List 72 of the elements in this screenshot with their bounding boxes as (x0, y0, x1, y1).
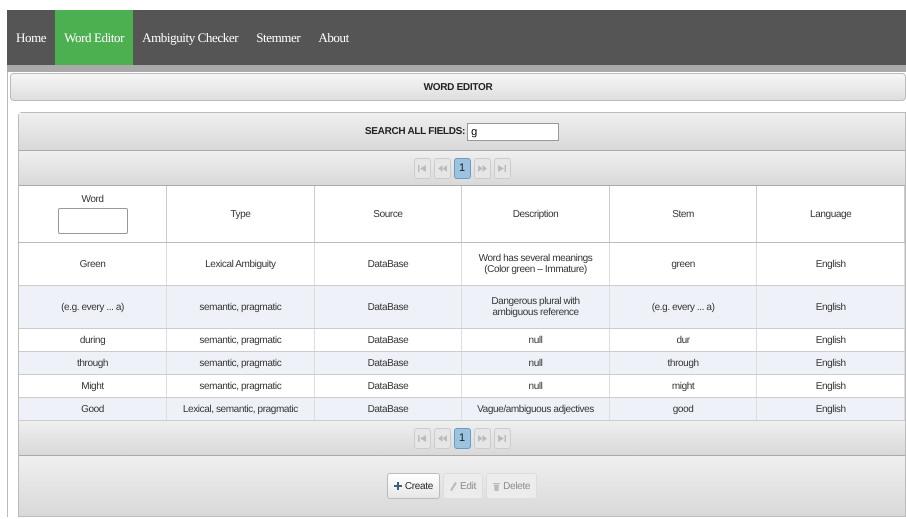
table-cell: semantic, pragmatic (199, 358, 282, 368)
first-page-icon (418, 434, 426, 442)
table-cell: DataBase (368, 258, 408, 270)
table-cell: Vague/ambiguous adjectives (477, 404, 594, 414)
panel-title: WORD EDITOR (10, 73, 906, 101)
table-cell: English (816, 302, 846, 312)
table-cell: DataBase (368, 358, 408, 368)
previous-page-button[interactable] (434, 428, 450, 448)
table-cell: null (528, 380, 542, 392)
table-cell: null (528, 334, 542, 346)
table-cell: Dangerous plural with ambiguous reference (491, 296, 580, 318)
trash-icon (493, 482, 500, 490)
table-cell: null (528, 358, 542, 368)
nav-link[interactable]: About (309, 10, 358, 65)
rewind-icon (438, 434, 446, 442)
table-cell: DataBase (368, 334, 408, 346)
table-cell: DataBase (368, 380, 408, 392)
table-cell: might (672, 380, 694, 392)
column-header[interactable]: Language (758, 208, 903, 220)
last-page-button[interactable] (494, 428, 510, 448)
nav-link[interactable]: Home (7, 10, 56, 65)
last-page-button[interactable] (494, 158, 510, 178)
table-cell: Lexical, semantic, pragmatic (182, 404, 298, 414)
table-cell: DataBase (368, 302, 408, 312)
plus-icon (394, 482, 402, 490)
next-page-button[interactable] (474, 428, 490, 448)
table-cell: Good (81, 404, 104, 414)
search-label: SEARCH ALL FIELDS: (364, 126, 466, 137)
nav-link[interactable]: Ambiguity Checker (133, 10, 248, 65)
next-page-button[interactable] (474, 158, 490, 178)
first-page-button[interactable] (414, 428, 430, 448)
create-button[interactable]: Create (386, 473, 440, 499)
table-cell: during (80, 334, 106, 346)
last-page-icon (498, 434, 506, 442)
table-cell: Word has several meanings (Color green – Immature) (478, 253, 592, 275)
column-header[interactable]: Type (168, 208, 313, 220)
table-cell: English (816, 380, 846, 392)
table-cell: DataBase (368, 404, 408, 414)
fast-forward-icon (478, 434, 486, 442)
table-cell: through (76, 358, 108, 368)
search-field[interactable]: g (467, 122, 560, 140)
column-header[interactable]: Source (316, 208, 460, 220)
column-header[interactable]: Stem (610, 208, 756, 220)
table-cell: dur (676, 334, 690, 346)
fast-forward-icon (478, 164, 486, 172)
nav-link[interactable]: Stemmer (247, 10, 310, 65)
last-page-icon (498, 164, 506, 172)
page-button[interactable]: 1 (454, 428, 470, 448)
table-cell: English (816, 358, 846, 368)
table-cell: (e.g. every ... a) (61, 302, 124, 312)
table-cell: green (671, 258, 695, 270)
table-cell: Green (80, 258, 106, 270)
table-cell: good (672, 404, 694, 414)
first-page-button[interactable] (414, 158, 430, 178)
pencil-icon (450, 482, 458, 490)
column-header[interactable]: Word (20, 194, 166, 205)
table-cell: Might (81, 380, 104, 392)
table-cell: semantic, pragmatic (199, 334, 282, 346)
page-button[interactable]: 1 (454, 158, 470, 178)
table-cell: English (816, 404, 846, 414)
table-cell: (e.g. every ... a) (652, 302, 715, 312)
table-cell: through (668, 358, 699, 368)
table-cell: Lexical Ambiguity (205, 258, 276, 270)
table-cell: English (816, 258, 846, 270)
filter-field[interactable] (58, 208, 128, 234)
previous-page-button[interactable] (434, 158, 450, 178)
first-page-icon (418, 164, 426, 172)
table-cell: semantic, pragmatic (199, 302, 282, 312)
rewind-icon (438, 164, 446, 172)
column-header[interactable]: Description (463, 208, 608, 220)
table-cell: semantic, pragmatic (199, 380, 282, 392)
table-cell: English (816, 334, 846, 346)
